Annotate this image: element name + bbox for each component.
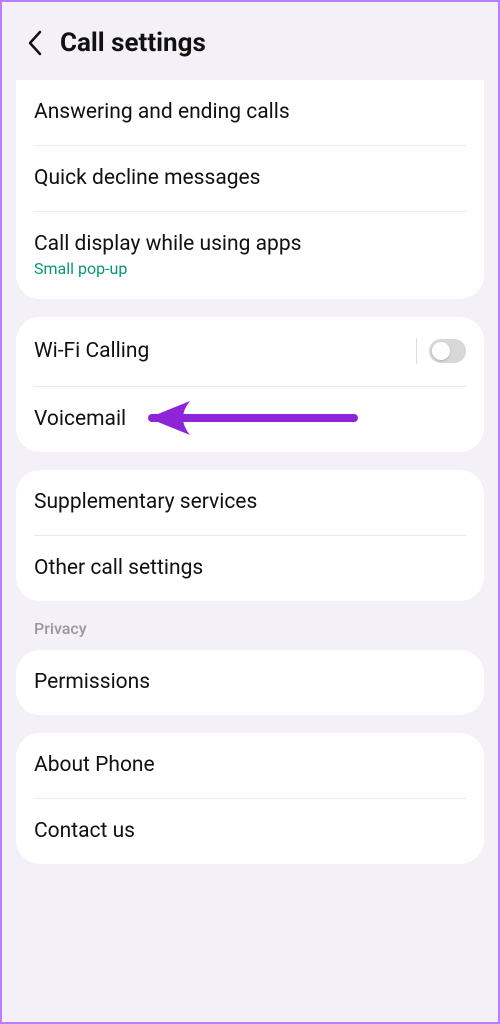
card-calls: Answering and ending calls Quick decline… xyxy=(16,80,484,299)
toggle-knob xyxy=(432,342,450,360)
row-answering-ending[interactable]: Answering and ending calls xyxy=(16,80,484,145)
toggle-divider xyxy=(416,338,417,364)
row-label: Supplementary services xyxy=(34,490,466,514)
row-label: Call display while using apps xyxy=(34,232,466,256)
row-call-display[interactable]: Call display while using apps Small pop-… xyxy=(16,212,484,299)
card-privacy: Permissions xyxy=(16,650,484,715)
row-label: Permissions xyxy=(34,670,466,694)
row-permissions[interactable]: Permissions xyxy=(16,650,484,715)
card-services: Supplementary services Other call settin… xyxy=(16,470,484,601)
row-voicemail[interactable]: Voicemail xyxy=(16,387,484,452)
row-wifi-calling[interactable]: Wi-Fi Calling xyxy=(16,317,484,386)
row-label: Other call settings xyxy=(34,556,466,580)
row-label: Wi-Fi Calling xyxy=(34,339,149,363)
back-icon[interactable] xyxy=(20,28,50,58)
card-wifi-voicemail: Wi-Fi Calling Voicemail xyxy=(16,317,484,452)
toggle-track xyxy=(429,339,466,363)
card-about: About Phone Contact us xyxy=(16,733,484,864)
wifi-calling-toggle[interactable] xyxy=(416,337,466,365)
row-label: Answering and ending calls xyxy=(34,100,466,124)
row-supplementary[interactable]: Supplementary services xyxy=(16,470,484,535)
section-label-privacy: Privacy xyxy=(2,619,498,650)
row-label: Contact us xyxy=(34,819,466,843)
row-quick-decline[interactable]: Quick decline messages xyxy=(16,146,484,211)
row-label: About Phone xyxy=(34,753,466,777)
row-contact-us[interactable]: Contact us xyxy=(16,799,484,864)
row-label: Voicemail xyxy=(34,407,466,431)
page-title: Call settings xyxy=(60,28,206,58)
row-sublabel: Small pop-up xyxy=(34,259,466,278)
page-header: Call settings xyxy=(2,2,498,80)
row-about-phone[interactable]: About Phone xyxy=(16,733,484,798)
row-other-call-settings[interactable]: Other call settings xyxy=(16,536,484,601)
row-label: Quick decline messages xyxy=(34,166,466,190)
